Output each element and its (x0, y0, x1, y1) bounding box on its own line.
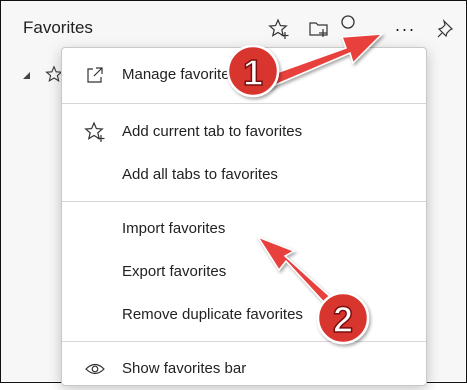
annotation-arrow-1 (260, 33, 384, 89)
annotation-badge-2: 2 (316, 291, 370, 345)
badge-number: 1 (243, 52, 263, 93)
badge-number: 2 (333, 299, 353, 340)
annotation-badge-1: 1 (226, 44, 280, 98)
annotation-overlay: 1 2 (226, 33, 384, 345)
annotation-arrow-2 (256, 235, 338, 311)
